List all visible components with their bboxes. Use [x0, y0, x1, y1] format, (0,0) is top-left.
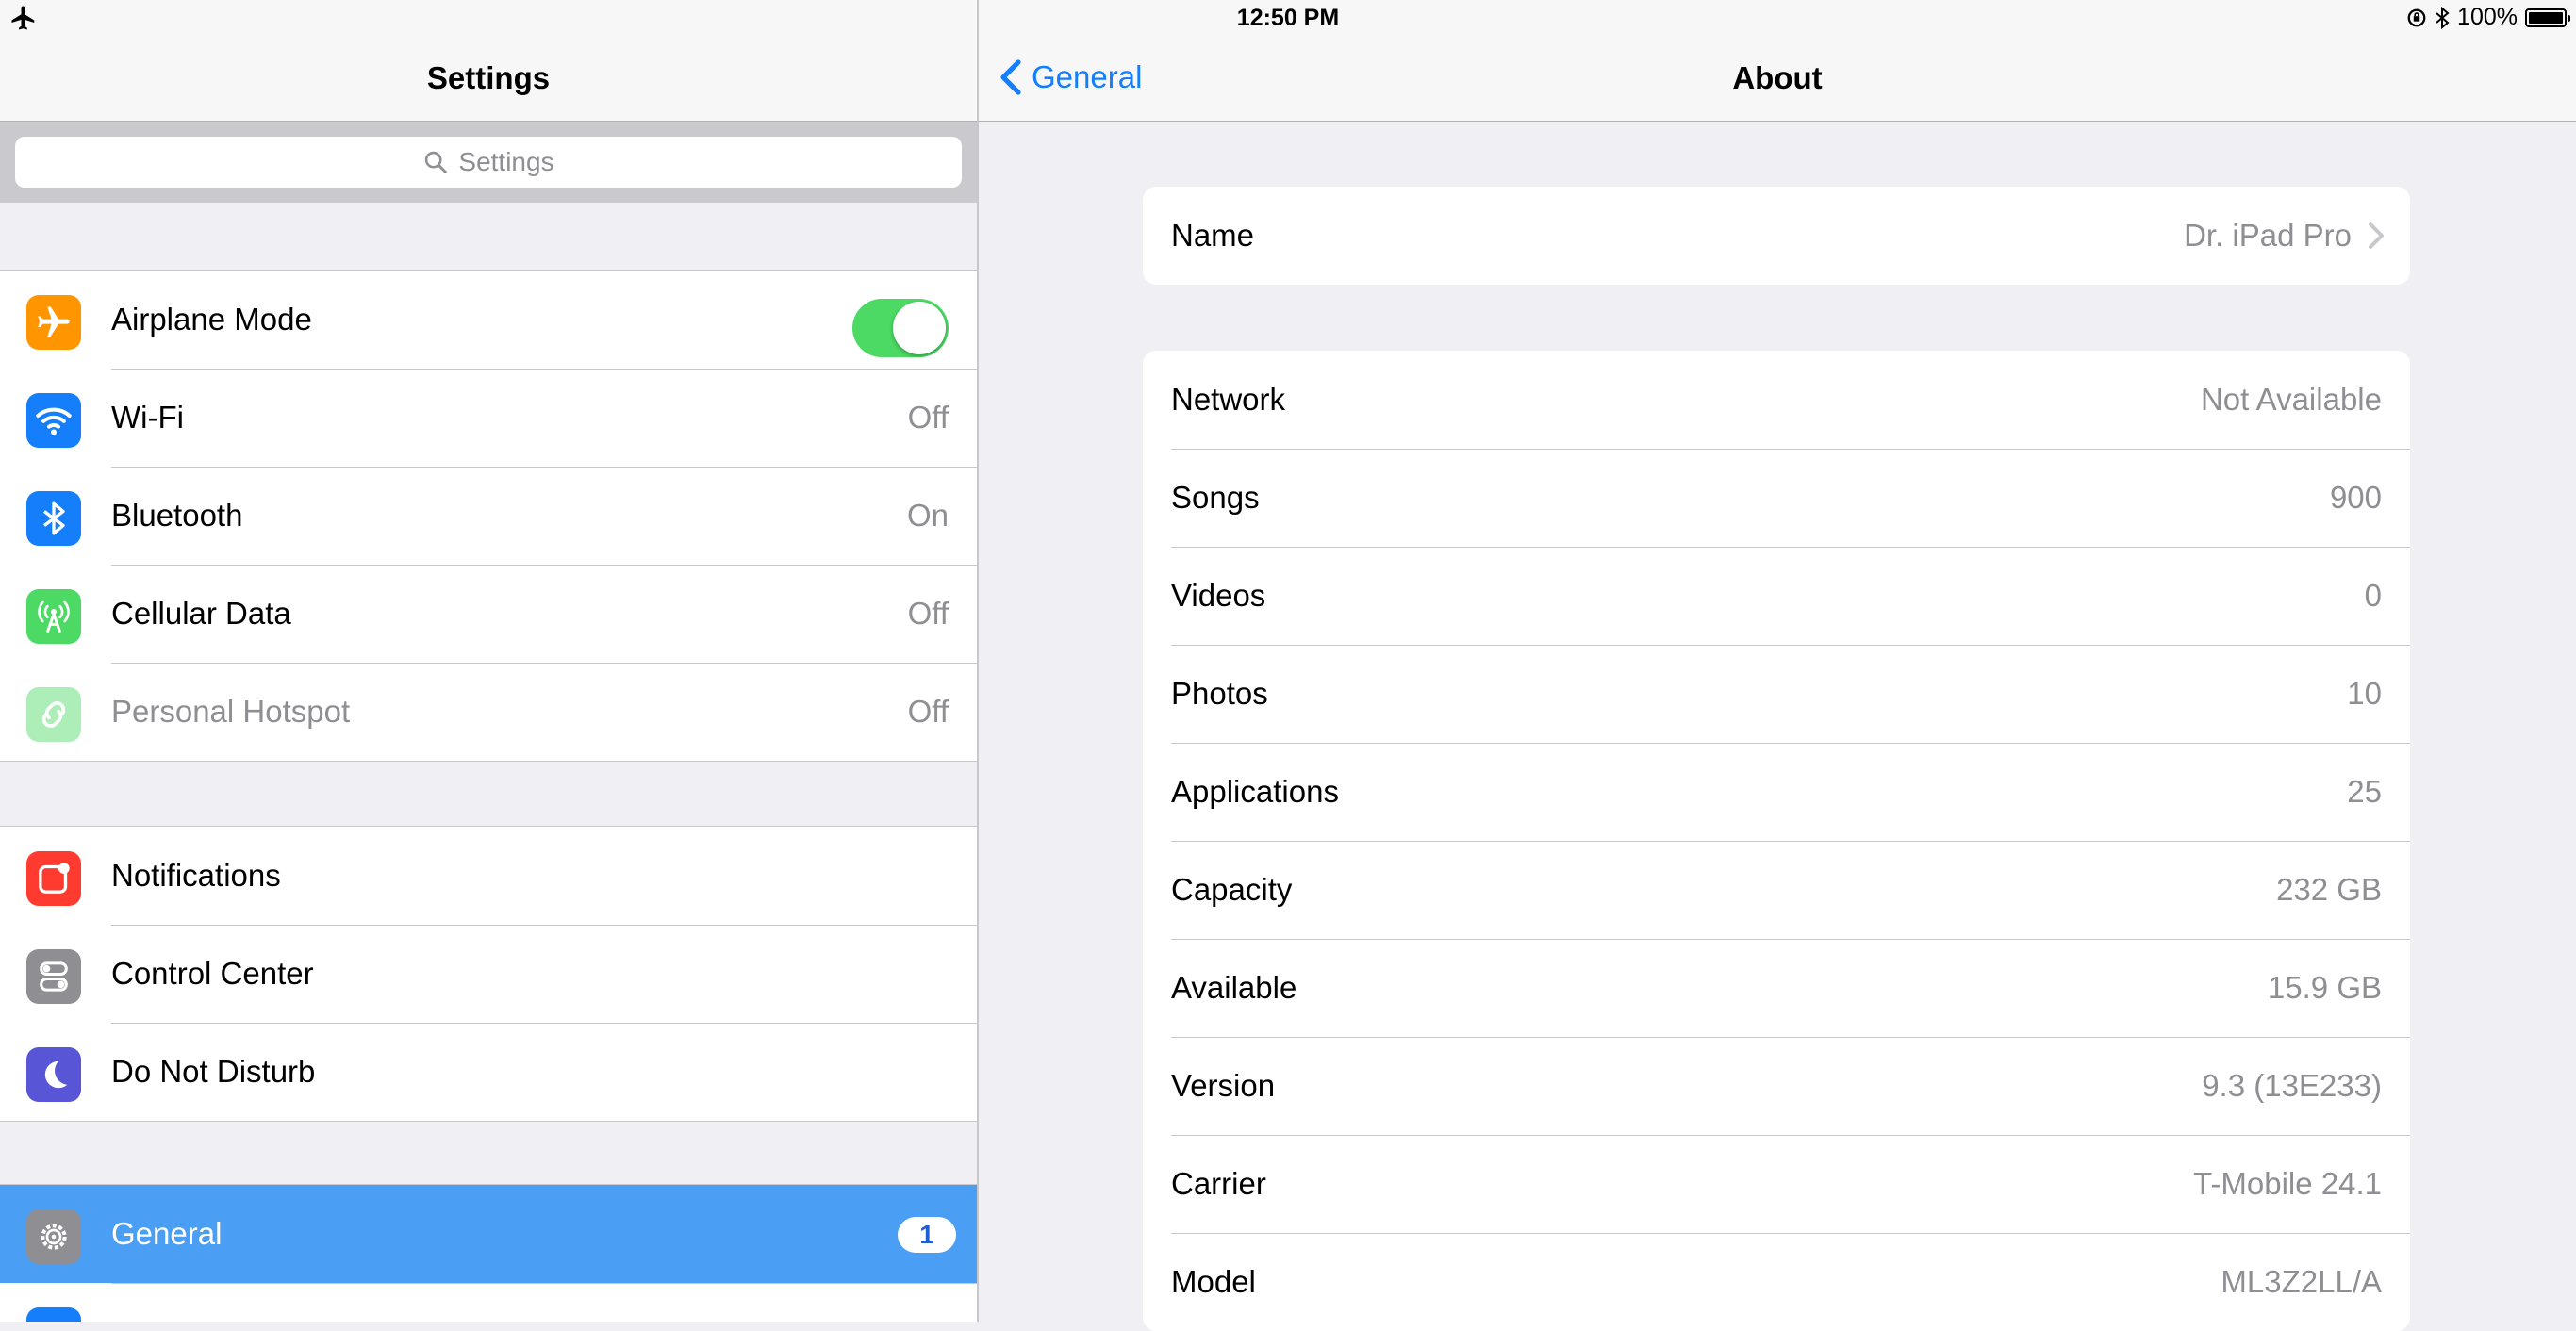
- about-row-value: 0: [2364, 578, 2382, 613]
- about-row-value: Not Available: [2200, 382, 2382, 417]
- about-row-key: Name: [1171, 218, 1255, 253]
- gear-icon: [26, 1209, 81, 1264]
- settings-item-wifi[interactable]: Wi-Fi Off: [0, 369, 977, 467]
- toggle-knob: [893, 302, 946, 354]
- airplane-icon: [26, 295, 81, 350]
- settings-item-personal-hotspot[interactable]: Personal Hotspot Off: [0, 663, 977, 761]
- about-row-key: Applications: [1171, 774, 1339, 809]
- hotspot-icon: [26, 687, 81, 742]
- name-card: Name Dr. iPad Pro: [1143, 187, 2410, 285]
- settings-item-label: Control Center: [111, 956, 314, 991]
- about-row-model: Model ML3Z2LL/A: [1143, 1233, 2410, 1331]
- status-time: 12:50 PM: [1236, 5, 1340, 31]
- about-row-value: 25: [2347, 774, 2382, 809]
- settings-item-value: Off: [907, 400, 949, 435]
- about-row-photos: Photos 10: [1143, 645, 2410, 743]
- search-placeholder: Settings: [458, 147, 554, 176]
- about-row-key: Photos: [1171, 676, 1268, 711]
- about-row-value: 900: [2329, 480, 2382, 515]
- settings-item-do-not-disturb[interactable]: Do Not Disturb: [0, 1023, 977, 1121]
- search-input[interactable]: Settings: [15, 137, 962, 188]
- about-row-capacity: Capacity 232 GB: [1143, 841, 2410, 939]
- master-title: Settings: [426, 60, 551, 95]
- info-card: Network Not Available Songs 900 Videos 0…: [1143, 351, 2410, 1331]
- orientation-lock-icon: [2407, 8, 2426, 26]
- settings-item-value: Off: [907, 694, 949, 729]
- about-row-value: ML3Z2LL/A: [2221, 1264, 2382, 1299]
- update-badge: 1: [898, 1217, 956, 1253]
- search-icon: [425, 151, 448, 173]
- settings-item-label: Notifications: [111, 858, 281, 893]
- about-row-key: Capacity: [1171, 872, 1293, 907]
- notifications-icon: [26, 851, 81, 906]
- display-brightness-icon: [26, 1307, 81, 1322]
- settings-item-general[interactable]: General 1: [0, 1185, 977, 1283]
- about-row-value: 15.9 GB: [2267, 970, 2382, 1005]
- settings-master-pane: Settings Settings Airplane Mode Wi-Fi Of…: [0, 0, 979, 1322]
- about-row-value: 10: [2347, 676, 2382, 711]
- status-bar: 12:50 PM 100%: [0, 0, 2576, 40]
- about-row-key: Network: [1171, 382, 1286, 417]
- about-row-name[interactable]: Name Dr. iPad Pro: [1143, 187, 2410, 285]
- bluetooth-status-icon: [2436, 6, 2450, 29]
- wifi-icon: [26, 393, 81, 448]
- about-row-key: Songs: [1171, 480, 1260, 515]
- settings-item-next[interactable]: [0, 1283, 977, 1322]
- about-row-key: Version: [1171, 1068, 1276, 1103]
- settings-item-label: General: [111, 1216, 223, 1251]
- airplane-mode-toggle[interactable]: [852, 299, 949, 357]
- settings-item-label: Bluetooth: [111, 498, 243, 533]
- settings-item-label: Wi-Fi: [111, 400, 184, 435]
- about-row-value: 232 GB: [2276, 872, 2382, 907]
- settings-group-connectivity: Airplane Mode Wi-Fi Off Bluetooth On Cel…: [0, 270, 977, 762]
- moon-icon: [26, 1047, 81, 1102]
- about-detail-pane: General About Name Dr. iPad Pro Network …: [979, 0, 2576, 1331]
- about-row-available: Available 15.9 GB: [1143, 939, 2410, 1037]
- settings-item-control-center[interactable]: Control Center: [0, 925, 977, 1023]
- about-row-value: T-Mobile 24.1: [2193, 1166, 2382, 1201]
- control-center-icon: [26, 949, 81, 1004]
- cellular-icon: [26, 589, 81, 644]
- about-row-songs: Songs 900: [1143, 449, 2410, 547]
- settings-item-notifications[interactable]: Notifications: [0, 827, 977, 925]
- battery-icon: [2525, 8, 2570, 27]
- about-row-key: Carrier: [1171, 1166, 1266, 1201]
- detail-title: About: [1732, 60, 1823, 95]
- about-row-network: Network Not Available: [1143, 351, 2410, 449]
- about-row-key: Videos: [1171, 578, 1266, 613]
- about-row-value: 9.3 (13E233): [2202, 1068, 2382, 1103]
- settings-item-value: Off: [907, 596, 949, 631]
- about-row-key: Available: [1171, 970, 1297, 1005]
- about-row-carrier: Carrier T-Mobile 24.1: [1143, 1135, 2410, 1233]
- about-row-applications: Applications 25: [1143, 743, 2410, 841]
- settings-item-bluetooth[interactable]: Bluetooth On: [0, 467, 977, 565]
- about-row-value: Dr. iPad Pro: [2184, 218, 2352, 253]
- settings-item-label: Airplane Mode: [111, 302, 312, 337]
- settings-item-cellular-data[interactable]: Cellular Data Off: [0, 565, 977, 663]
- search-bar: Settings: [0, 122, 977, 203]
- bluetooth-icon: [26, 491, 81, 546]
- about-row-key: Model: [1171, 1264, 1256, 1299]
- settings-item-label: Personal Hotspot: [111, 694, 351, 729]
- about-row-version: Version 9.3 (13E233): [1143, 1037, 2410, 1135]
- battery-percent: 100%: [2457, 4, 2518, 30]
- settings-item-label: Cellular Data: [111, 596, 291, 631]
- settings-group-general: General 1: [0, 1184, 977, 1322]
- settings-item-label: Do Not Disturb: [111, 1054, 316, 1089]
- settings-item-airplane-mode[interactable]: Airplane Mode: [0, 271, 977, 369]
- status-right: 100%: [2406, 4, 2570, 31]
- settings-group-system: Notifications Control Center Do Not Dist…: [0, 826, 977, 1122]
- chevron-right-icon: [2369, 222, 2384, 249]
- settings-item-value: On: [906, 498, 949, 533]
- about-row-videos: Videos 0: [1143, 547, 2410, 645]
